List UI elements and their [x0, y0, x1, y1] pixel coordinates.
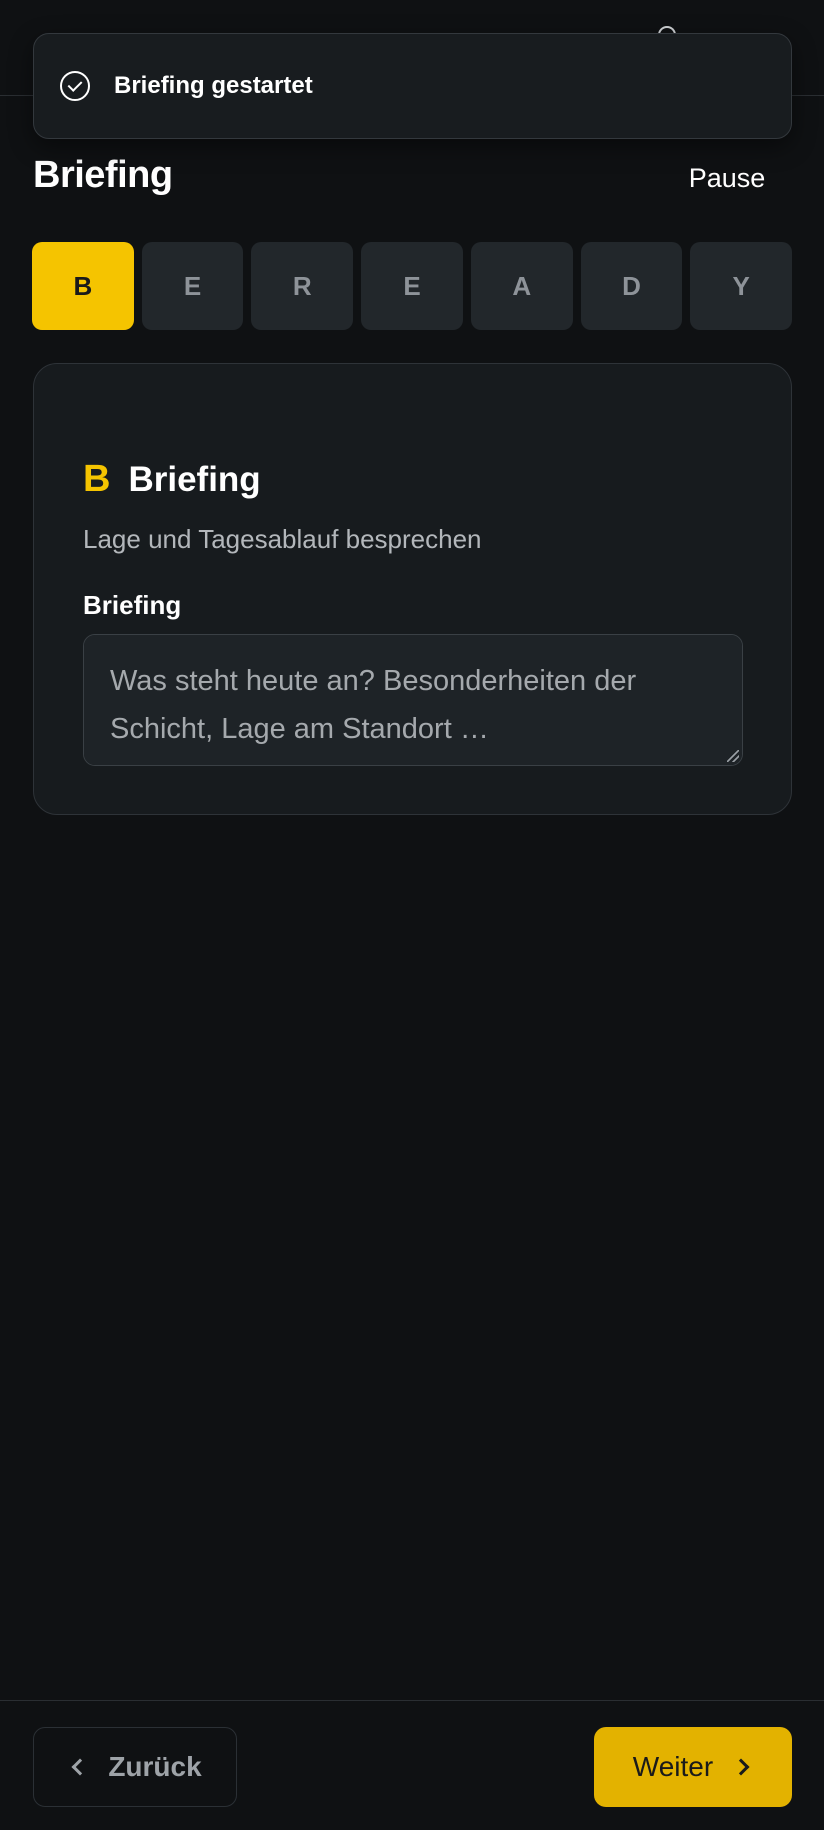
step-b[interactable]: B: [32, 242, 134, 330]
footer-nav: Zurück Weiter: [0, 1700, 824, 1830]
next-button-label: Weiter: [632, 1751, 714, 1782]
step-card: B Briefing Lage und Tagesablauf besprech…: [33, 363, 792, 815]
step-d[interactable]: D: [580, 242, 683, 330]
page-title: Briefing: [33, 154, 173, 196]
step-indicator: B E R E A D Y: [32, 242, 793, 330]
chevron-left-icon: [71, 1758, 89, 1776]
pause-button[interactable]: Pause: [672, 158, 782, 198]
step-e[interactable]: E: [141, 242, 244, 330]
card-subtitle: Lage und Tagesablauf besprechen: [83, 524, 482, 554]
logo-icon: [40, 22, 74, 32]
chevron-right-icon: [732, 1758, 750, 1776]
next-button[interactable]: Weiter: [594, 1727, 792, 1807]
toast-message: Briefing gestartet: [114, 72, 313, 99]
briefing-field-label: Briefing: [83, 590, 182, 620]
card-heading: B Briefing: [83, 458, 261, 501]
briefing-textarea[interactable]: [83, 634, 743, 766]
back-button[interactable]: Zurück: [33, 1727, 237, 1807]
app-root: Briefing Pause B E R E A D Y B Briefing …: [0, 0, 824, 1830]
check-circle-icon: [60, 71, 90, 101]
back-button-label: Zurück: [108, 1751, 202, 1782]
step-a[interactable]: A: [470, 242, 573, 330]
card-title: Briefing: [128, 460, 261, 499]
step-e-second[interactable]: E: [361, 242, 463, 330]
step-y[interactable]: Y: [690, 242, 793, 330]
card-letter: B: [83, 458, 111, 500]
step-r[interactable]: R: [251, 242, 354, 330]
toast-notification: Briefing gestartet: [33, 33, 792, 139]
